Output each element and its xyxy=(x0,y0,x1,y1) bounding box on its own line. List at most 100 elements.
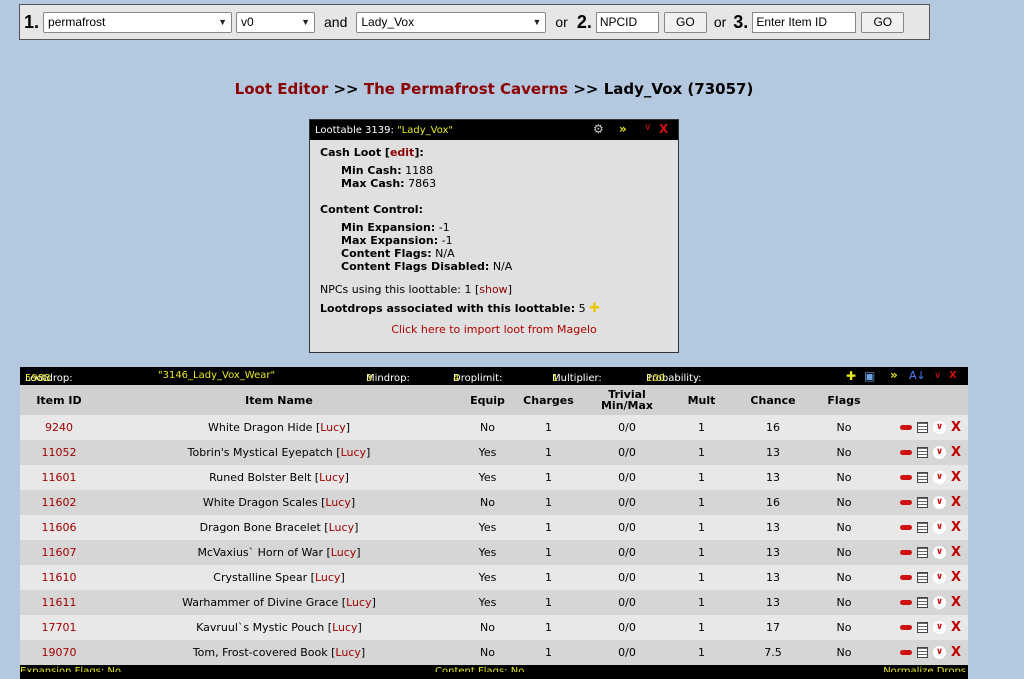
step-2-label: 2. xyxy=(576,11,592,32)
lucy-link[interactable]: Lucy xyxy=(332,621,357,634)
lucy-link[interactable]: Lucy xyxy=(319,471,344,484)
delete-icon[interactable]: X xyxy=(951,546,961,559)
edit-table-icon[interactable] xyxy=(916,522,928,533)
equip-cell: Yes xyxy=(460,540,515,565)
flags-cell: No xyxy=(815,465,873,490)
item-id-link[interactable]: 17701 xyxy=(20,615,98,640)
lucy-link[interactable]: Lucy xyxy=(341,446,366,459)
remove-icon[interactable] xyxy=(899,650,912,655)
fast-forward-icon[interactable]: » xyxy=(890,368,898,382)
remove-icon[interactable] xyxy=(899,500,912,505)
delete-icon[interactable]: X xyxy=(659,123,668,135)
move-down-icon[interactable]: ∨ xyxy=(932,571,946,584)
item-id-link[interactable]: 11610 xyxy=(20,565,98,590)
item-id-link[interactable]: 11611 xyxy=(20,590,98,615)
remove-icon[interactable] xyxy=(899,550,912,555)
item-id-link[interactable]: 19070 xyxy=(20,640,98,665)
remove-icon[interactable] xyxy=(899,425,912,430)
item-name-cell: Crystalline Spear [Lucy] xyxy=(98,565,460,590)
edit-table-icon[interactable] xyxy=(916,572,928,583)
remove-icon[interactable] xyxy=(899,525,912,530)
flags-cell: No xyxy=(815,615,873,640)
edit-table-icon[interactable] xyxy=(916,622,928,633)
item-id-link[interactable]: 11602 xyxy=(20,490,98,515)
edit-table-icon[interactable] xyxy=(916,497,928,508)
table-row: 11601 Runed Bolster Belt [Lucy] Yes 1 0/0 1 13… xyxy=(20,465,968,490)
chevron-double-down-icon[interactable]: ∨ xyxy=(934,370,941,381)
col-item-name[interactable]: Item Name xyxy=(98,385,460,415)
col-item-id[interactable]: Item ID xyxy=(20,385,98,415)
delete-icon[interactable]: X xyxy=(951,496,961,509)
remove-icon[interactable] xyxy=(899,600,912,605)
import-magelo-link[interactable]: Click here to import loot from Magelo xyxy=(320,323,668,336)
lucy-link[interactable]: Lucy xyxy=(331,546,356,559)
go-npcid-button[interactable]: GO xyxy=(663,11,707,33)
edit-cash-link[interactable]: edit xyxy=(390,146,414,159)
sort-az-icon[interactable]: A↓ xyxy=(909,369,926,382)
item-id-link[interactable]: 11606 xyxy=(20,515,98,540)
item-name-cell: Runed Bolster Belt [Lucy] xyxy=(98,465,460,490)
copy-icon[interactable]: ▣ xyxy=(864,369,875,383)
fast-forward-icon[interactable]: » xyxy=(619,123,627,135)
delete-icon[interactable]: X xyxy=(951,521,961,534)
go-item-button[interactable]: GO xyxy=(861,11,905,33)
move-down-icon[interactable]: ∨ xyxy=(932,471,946,484)
add-lootdrop-icon[interactable]: ✚ xyxy=(589,301,600,316)
npc-select[interactable]: Lady_Vox ▼ xyxy=(356,11,547,33)
lucy-link[interactable]: Lucy xyxy=(329,521,354,534)
col-chance[interactable]: Chance xyxy=(731,385,815,415)
edit-table-icon[interactable] xyxy=(916,647,928,658)
col-equip[interactable]: Equip xyxy=(460,385,515,415)
move-down-icon[interactable]: ∨ xyxy=(932,621,946,634)
move-down-icon[interactable]: ∨ xyxy=(932,496,946,509)
col-charges[interactable]: Charges xyxy=(515,385,582,415)
breadcrumb-loot-editor[interactable]: Loot Editor xyxy=(235,80,329,98)
chevron-double-down-icon[interactable]: ∨ xyxy=(644,123,651,133)
item-id-link[interactable]: 11607 xyxy=(20,540,98,565)
move-down-icon[interactable]: ∨ xyxy=(932,421,946,434)
move-down-icon[interactable]: ∨ xyxy=(932,646,946,659)
remove-icon[interactable] xyxy=(899,475,912,480)
remove-icon[interactable] xyxy=(899,625,912,630)
lucy-link[interactable]: Lucy xyxy=(315,571,340,584)
col-trivial[interactable]: Trivial Min/Max xyxy=(582,385,672,415)
gear-icon[interactable]: ⚙ xyxy=(593,123,604,135)
lucy-link[interactable]: Lucy xyxy=(320,421,345,434)
max-expansion-row: Max Expansion: -1 xyxy=(341,234,668,247)
lucy-link[interactable]: Lucy xyxy=(325,496,350,509)
delete-icon[interactable]: X xyxy=(951,646,961,659)
delete-icon[interactable]: X xyxy=(951,421,961,434)
delete-icon[interactable]: X xyxy=(949,370,957,381)
edit-table-icon[interactable] xyxy=(916,422,928,433)
lucy-link[interactable]: Lucy xyxy=(346,596,371,609)
table-row: 11606 Dragon Bone Bracelet [Lucy] Yes 1 0/0 1… xyxy=(20,515,968,540)
col-flags[interactable]: Flags xyxy=(815,385,873,415)
delete-icon[interactable]: X xyxy=(951,471,961,484)
npcid-input[interactable]: NPCID xyxy=(595,11,659,33)
move-down-icon[interactable]: ∨ xyxy=(932,596,946,609)
delete-icon[interactable]: X xyxy=(951,621,961,634)
lucy-link[interactable]: Lucy xyxy=(335,646,360,659)
move-down-icon[interactable]: ∨ xyxy=(932,546,946,559)
edit-table-icon[interactable] xyxy=(916,472,928,483)
remove-icon[interactable] xyxy=(899,575,912,580)
edit-table-icon[interactable] xyxy=(916,447,928,458)
delete-icon[interactable]: X xyxy=(951,596,961,609)
move-down-icon[interactable]: ∨ xyxy=(932,521,946,534)
add-item-icon[interactable]: ✚ xyxy=(846,369,856,383)
delete-icon[interactable]: X xyxy=(951,571,961,584)
item-id-link[interactable]: 11601 xyxy=(20,465,98,490)
version-select[interactable]: v0 ▼ xyxy=(236,11,316,33)
show-npcs-link[interactable]: show xyxy=(479,283,507,296)
move-down-icon[interactable]: ∨ xyxy=(932,446,946,459)
edit-table-icon[interactable] xyxy=(916,597,928,608)
remove-icon[interactable] xyxy=(899,450,912,455)
col-mult[interactable]: Mult xyxy=(672,385,731,415)
item-id-input[interactable]: Enter Item ID xyxy=(752,11,857,33)
breadcrumb-zone[interactable]: The Permafrost Caverns xyxy=(364,80,568,98)
item-id-link[interactable]: 9240 xyxy=(20,415,98,440)
delete-icon[interactable]: X xyxy=(951,446,961,459)
zone-select[interactable]: permafrost ▼ xyxy=(43,11,233,33)
item-id-link[interactable]: 11052 xyxy=(20,440,98,465)
edit-table-icon[interactable] xyxy=(916,547,928,558)
